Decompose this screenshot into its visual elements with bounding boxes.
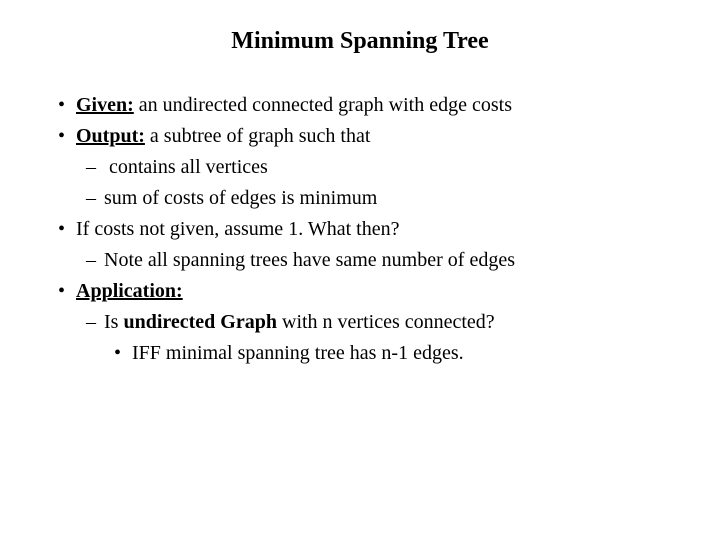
application-label: Application: — [76, 280, 183, 302]
bullet-output: Output: a subtree of graph such that — [40, 122, 680, 151]
output-sub-vertices: contains all vertices — [40, 153, 680, 182]
bullet-given: Given: an undirected connected graph wit… — [40, 91, 680, 120]
slide-title: Minimum Spanning Tree — [40, 28, 680, 55]
costs-sub-note: Note all spanning trees have same number… — [40, 246, 680, 275]
output-text: a subtree of graph such that — [145, 125, 370, 147]
app-text-a: Is — [104, 311, 123, 333]
application-sub-iff: IFF minimal spanning tree has n-1 edges. — [40, 339, 680, 368]
given-text: an undirected connected graph with edge … — [134, 94, 512, 116]
slide-body: Given: an undirected connected graph wit… — [40, 91, 680, 368]
given-label: Given: — [76, 94, 134, 116]
bullet-application: Application: — [40, 277, 680, 306]
output-sub-mincost: sum of costs of edges is minimum — [40, 184, 680, 213]
app-text-b: with n vertices connected? — [277, 311, 495, 333]
application-sub-connected: Is undirected Graph with n vertices conn… — [40, 308, 680, 337]
bullet-costs: If costs not given, assume 1. What then? — [40, 215, 680, 244]
output-label: Output: — [76, 125, 145, 147]
app-text-bold: undirected Graph — [123, 311, 277, 333]
